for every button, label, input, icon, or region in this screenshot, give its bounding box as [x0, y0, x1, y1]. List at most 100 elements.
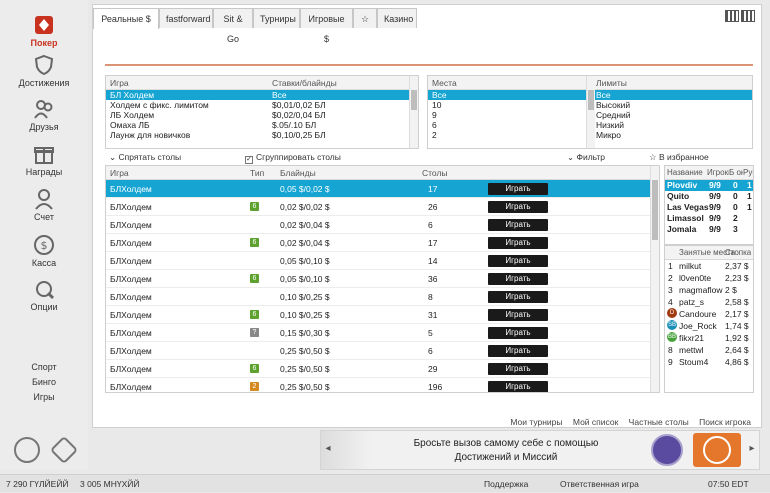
support-link[interactable]: Поддержка	[484, 475, 528, 493]
filter-row[interactable]: БЛ Холдем Все	[106, 90, 418, 100]
table-row[interactable]: БЛХолдем 0,10 $/0,25 $ 8 Играть	[106, 288, 652, 306]
play-button[interactable]: Играть	[488, 237, 548, 249]
play-button[interactable]: Играть	[488, 255, 548, 267]
chevron-left-icon[interactable]: ◂	[323, 443, 333, 454]
scrollbar[interactable]	[650, 166, 659, 392]
table-row[interactable]: БЛХолдем 6 0,10 $/0,25 $ 31 Играть	[106, 306, 652, 324]
player-row[interactable]: 4 patz_s 2,58 $	[665, 296, 753, 308]
banner-line-1: Бросьте вызов самому себе с помощью	[413, 438, 599, 449]
table-row[interactable]: БЛХолдем2?0,15 $/0,30 $5Играть	[106, 324, 652, 342]
private-tables-link[interactable]: Частные столы	[629, 417, 689, 427]
sidebar-link-bingo[interactable]: Бинго	[0, 377, 88, 387]
table-row[interactable]: Quito 9/9 0 1	[665, 191, 753, 202]
player-row[interactable]: 3 magmaflow 2 $	[665, 284, 753, 296]
promo-banner[interactable]: ◂ ▸ Бросьте вызов самому себе с помощью …	[320, 430, 760, 470]
sidebar-item-cashier[interactable]: $ Касса	[0, 234, 88, 268]
sidebar-item-poker[interactable]: Покер	[0, 14, 88, 48]
sidebar-item-achievements[interactable]: Достижения	[0, 54, 88, 88]
trophy-icon	[651, 434, 683, 466]
tab-casino[interactable]: Казино	[377, 8, 417, 28]
seat-number: 9	[668, 357, 673, 367]
view-toggle	[723, 10, 755, 24]
filter-row[interactable]: Омаха ЛБ $.05/.10 БЛ	[106, 120, 418, 130]
table-name: Quito	[667, 191, 690, 201]
filter-label: Фильтр	[576, 152, 606, 162]
player-row[interactable]: 9 Stoum4 4,86 $	[665, 356, 753, 368]
play-button[interactable]: Играть	[488, 363, 548, 375]
filter-limit: Все	[596, 90, 611, 100]
tab-play-money[interactable]: Игровые $	[300, 8, 353, 44]
play-button[interactable]: Играть	[488, 291, 548, 303]
sidebar-link-sport[interactable]: Спорт	[0, 362, 88, 372]
chevron-right-icon[interactable]: ▸	[747, 443, 757, 454]
add-to-favorites-button[interactable]: ☆ В избранное	[649, 151, 709, 164]
table-row[interactable]: БЛХолдем 6 0,02 $/0,04 $ 17 Играть	[106, 234, 652, 252]
scrollbar[interactable]	[409, 76, 418, 148]
play-button[interactable]: Играть	[488, 273, 548, 285]
tab-favorites-star-icon[interactable]: ☆	[353, 8, 377, 28]
my-tournaments-link[interactable]: Мои турниры	[510, 417, 562, 427]
tab-tournaments[interactable]: Турниры	[253, 8, 300, 28]
filter-row[interactable]: Холдем с фикс. лимитом $0,01/0,02 БЛ	[106, 100, 418, 110]
scrollbar[interactable]	[586, 76, 595, 148]
grid-view-icon[interactable]	[741, 10, 755, 22]
table-row[interactable]: БЛХолдем 0,05 $/0,10 $ 14 Играть	[106, 252, 652, 270]
find-player-link[interactable]: Поиск игрока	[699, 417, 751, 427]
play-button[interactable]: Играть	[488, 201, 548, 213]
play-button[interactable]: Играть	[488, 381, 548, 392]
players-list: Занятые места Стопка 1 milkut 2,37 $ 2 l0ven…	[664, 245, 754, 393]
tab-sit-and-go[interactable]: Sit & Go	[213, 8, 253, 44]
my-list-link[interactable]: Мой список	[573, 417, 618, 427]
play-button[interactable]: Играть	[488, 345, 548, 357]
filter-seats: 6	[432, 120, 437, 130]
filter-toggle[interactable]: ⌄ Фильтр	[567, 151, 605, 164]
filter-limit: Низкий	[596, 120, 624, 130]
table-row[interactable]: БЛХолдем 6 0,25 $/0,50 $ 29 Играть	[106, 360, 652, 378]
table-players: 9/9	[709, 202, 721, 212]
play-button[interactable]: Играть	[488, 219, 548, 231]
player-row[interactable]: SB Joe_Rock 1,74 $	[665, 320, 753, 332]
table-avg: 0	[733, 202, 738, 212]
sidebar-item-account[interactable]: Счет	[0, 188, 88, 222]
table-row[interactable]: Limassol 9/9 2	[665, 213, 753, 224]
checkbox-icon: ✓	[245, 156, 253, 164]
table-row[interactable]: Jomala 9/9 3	[665, 224, 753, 235]
table-row[interactable]: БЛХолдем 2 0,25 $/0,50 $ 196 Играть	[106, 378, 652, 392]
divider	[105, 64, 753, 66]
hide-tables-toggle[interactable]: ⌄ Спрятать столы	[109, 151, 181, 164]
status-bar: 7 290 ГҮЛЙЕЙЙ 3 005 МНҮХЙЙ Поддержка Отв…	[0, 474, 770, 492]
header-seats: Места	[432, 78, 457, 88]
play-button[interactable]: Играть	[488, 327, 548, 339]
tab-fastforward[interactable]: fastforward	[159, 8, 213, 28]
sidebar-link-games[interactable]: Игры	[0, 392, 88, 402]
sidebar-item-friends[interactable]: Друзья	[0, 98, 88, 132]
player-row[interactable]: D Candoure 2,17 $	[665, 308, 753, 320]
seat-number: 8	[668, 345, 673, 355]
table-row[interactable]: БЛХолдем 0,25 $/0,50 $ 6 Играть	[106, 342, 652, 360]
chip-icon[interactable]	[14, 437, 40, 463]
sidebar-item-options[interactable]: Опции	[0, 278, 88, 312]
list-view-icon[interactable]	[725, 10, 739, 22]
filter-row[interactable]: ЛБ Холдем $0,02/0,04 БЛ	[106, 110, 418, 120]
player-stack: 1,92 $	[725, 333, 749, 343]
play-button[interactable]: Играть	[488, 309, 548, 321]
player-row[interactable]: 2 l0ven0te 2,23 $	[665, 272, 753, 284]
play-button[interactable]: Играть	[488, 183, 548, 195]
group-tables-checkbox[interactable]: ✓ Сгруппировать столы	[245, 151, 341, 164]
table-row[interactable]: Plovdiv 9/9 0 1	[665, 180, 753, 191]
table-row[interactable]: БЛХолдем 0,05 $/0,02 $ 17 Играть	[106, 180, 652, 198]
player-row[interactable]: 8 mettwl 2,64 $	[665, 344, 753, 356]
table-name: Limassol	[667, 213, 704, 223]
blinds-value: 0,05 $/0,10 $	[280, 256, 330, 266]
responsible-gaming-link[interactable]: Ответственная игра	[560, 475, 639, 493]
filter-row[interactable]: Лаунж для новичков $0,10/0,25 БЛ	[106, 130, 418, 140]
player-row[interactable]: BB fikxr21 1,92 $	[665, 332, 753, 344]
table-row[interactable]: БЛХолдем 6 0,05 $/0,10 $ 36 Играть	[106, 270, 652, 288]
table-row[interactable]: БЛХолдем 6 0,02 $/0,02 $ 26 Играть	[106, 198, 652, 216]
tab-real-money[interactable]: Реальные $	[93, 8, 159, 29]
table-row[interactable]: Las Vegas 9/9 0 1	[665, 202, 753, 213]
player-row[interactable]: 1 milkut 2,37 $	[665, 260, 753, 272]
table-name: Plovdiv	[667, 180, 698, 190]
sidebar-item-rewards[interactable]: Награды	[0, 143, 88, 177]
table-row[interactable]: БЛХолдем 0,02 $/0,04 $ 6 Играть	[106, 216, 652, 234]
